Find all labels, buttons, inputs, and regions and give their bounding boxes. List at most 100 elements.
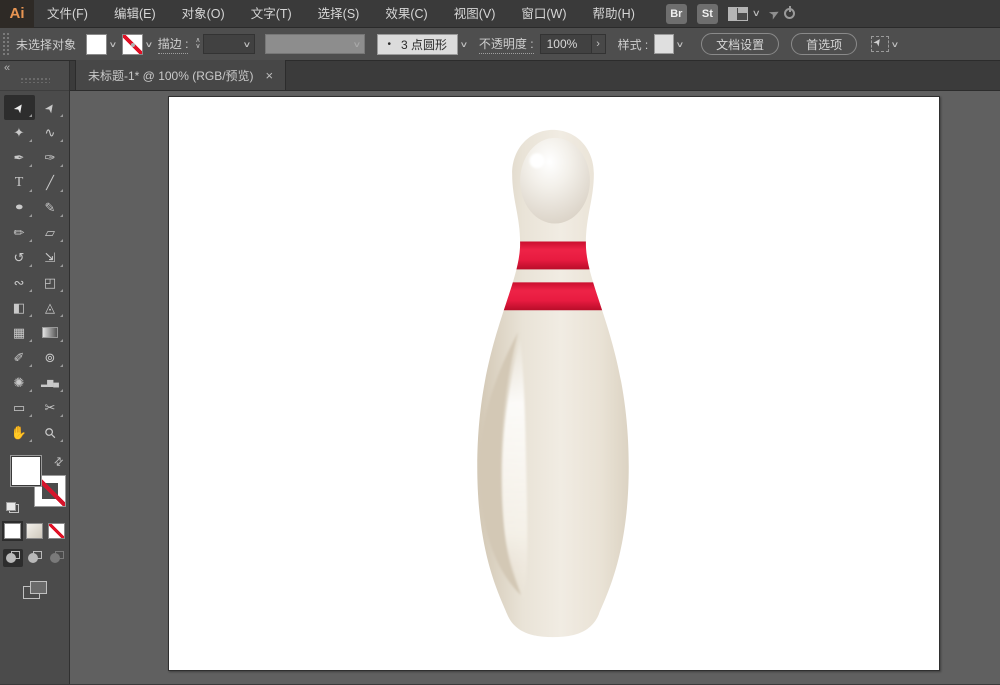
- document-tab[interactable]: 未标题-1* @ 100% (RGB/预览) ×: [75, 60, 286, 90]
- artboard[interactable]: [168, 96, 940, 671]
- chevron-down-icon[interactable]: ∨: [144, 40, 153, 49]
- lasso-tool[interactable]: ∿: [35, 120, 66, 145]
- stroke-weight-label[interactable]: 描边 :: [158, 35, 189, 54]
- pin-head-glint: [530, 153, 545, 168]
- tools-panel-grip[interactable]: [20, 77, 50, 83]
- line-tool[interactable]: ╱: [35, 170, 66, 195]
- preferences-button[interactable]: 首选项: [791, 33, 857, 55]
- fill-indicator-white[interactable]: [10, 455, 42, 487]
- opacity-apply-button[interactable]: ›: [592, 34, 606, 54]
- ellipse-tool[interactable]: ●: [4, 195, 35, 220]
- stroke-weight-stepper[interactable]: ∧ ∨: [195, 38, 200, 50]
- slice-tool[interactable]: ✂: [35, 395, 66, 420]
- swap-fill-stroke-icon[interactable]: ⇄: [51, 454, 67, 470]
- direct-selection-tool[interactable]: ➤: [35, 95, 66, 120]
- scale-tool[interactable]: ⇲: [35, 245, 66, 270]
- free-transform-tool[interactable]: ◰: [35, 270, 66, 295]
- symbol-sprayer-tool[interactable]: ✺: [4, 370, 35, 395]
- close-icon[interactable]: ×: [266, 68, 274, 83]
- paintbrush-tool[interactable]: ✎: [35, 195, 66, 220]
- select-similar-icon[interactable]: [871, 36, 889, 52]
- draw-normal-button[interactable]: [3, 549, 23, 567]
- eraser-icon: ▱: [45, 226, 55, 239]
- color-button[interactable]: [4, 523, 21, 539]
- brush-definition-dropdown[interactable]: • 3 点圆形: [377, 34, 459, 55]
- shape-builder-tool[interactable]: ◧: [4, 295, 35, 320]
- gradient-button[interactable]: [26, 523, 43, 539]
- menu-item-5[interactable]: 效果(C): [372, 0, 440, 28]
- mesh-tool[interactable]: ▦: [4, 320, 35, 345]
- blend-tool[interactable]: ⊚: [35, 345, 66, 370]
- curvature-icon: ✑: [45, 151, 56, 164]
- eyedropper-tool[interactable]: ✐: [4, 345, 35, 370]
- menu-item-4[interactable]: 选择(S): [305, 0, 373, 28]
- blend-icon: ⊚: [45, 351, 56, 364]
- menu-item-1[interactable]: 编辑(E): [101, 0, 169, 28]
- width-tool[interactable]: ∾: [4, 270, 35, 295]
- stroke-weight-dropdown[interactable]: ∨: [203, 34, 255, 54]
- menu-item-3[interactable]: 文字(T): [238, 0, 305, 28]
- fill-color-swatch[interactable]: [86, 34, 107, 55]
- collapse-panel-icon[interactable]: «: [4, 62, 10, 74]
- column-graph-tool[interactable]: ▂▆▄: [35, 370, 66, 395]
- chevron-down-icon[interactable]: ∨: [109, 40, 118, 49]
- magic-wand-tool[interactable]: ✦: [4, 120, 35, 145]
- line-icon: ╱: [46, 176, 54, 189]
- hand-tool[interactable]: ✋: [4, 420, 35, 445]
- document-setup-button[interactable]: 文档设置: [701, 33, 779, 55]
- default-fill-stroke-icon[interactable]: [6, 502, 19, 513]
- perspective-grid-tool[interactable]: ◬: [35, 295, 66, 320]
- selection-tool[interactable]: ➤: [4, 95, 35, 120]
- gradient-icon: [42, 327, 58, 338]
- chevron-down-icon[interactable]: ∨: [676, 40, 685, 49]
- direct-selection-icon: ➤: [42, 100, 58, 115]
- stepper-down-icon[interactable]: ∨: [195, 44, 200, 50]
- type-tool[interactable]: T: [4, 170, 35, 195]
- stock-button[interactable]: St: [697, 4, 718, 24]
- zoom-tool[interactable]: ⚲: [35, 420, 66, 445]
- opacity-value: 100%: [547, 37, 578, 51]
- column-graph-icon: ▂▆▄: [41, 379, 59, 387]
- gradient-tool[interactable]: [35, 320, 66, 345]
- curvature-tool[interactable]: ✑: [35, 145, 66, 170]
- color-mode-row: [0, 523, 69, 539]
- power-icon: [784, 8, 795, 19]
- stroke-color-swatch[interactable]: [122, 34, 143, 55]
- pencil-tool[interactable]: ✏: [4, 220, 35, 245]
- eraser-tool[interactable]: ▱: [35, 220, 66, 245]
- none-button[interactable]: [48, 523, 65, 539]
- draw-behind-button[interactable]: [25, 549, 45, 567]
- menu-item-2[interactable]: 对象(O): [169, 0, 238, 28]
- share-icon[interactable]: ➤: [769, 5, 795, 23]
- document-tab-strip: 未标题-1* @ 100% (RGB/预览) ×: [70, 61, 1000, 91]
- menu-item-8[interactable]: 帮助(H): [580, 0, 648, 28]
- lasso-icon: ∿: [45, 126, 56, 139]
- style-label: 样式 :: [618, 36, 649, 53]
- paintbrush-icon: ✎: [45, 201, 56, 214]
- bowling-pin-artwork[interactable]: [169, 97, 939, 670]
- screen-mode-button[interactable]: [23, 581, 47, 599]
- artboard-tool[interactable]: ▭: [4, 395, 35, 420]
- arrange-documents-button[interactable]: ∨: [728, 7, 760, 21]
- menu-item-6[interactable]: 视图(V): [441, 0, 509, 28]
- hand-icon: ✋: [11, 426, 27, 439]
- brush-definition-value: 3 点圆形: [401, 36, 447, 53]
- bridge-button[interactable]: Br: [666, 4, 687, 24]
- chevron-down-icon[interactable]: ∨: [460, 40, 469, 49]
- chevron-down-icon[interactable]: ∨: [891, 40, 900, 49]
- rotate-tool[interactable]: ↺: [4, 245, 35, 270]
- free-transform-icon: ◰: [44, 276, 56, 289]
- zoom-icon: ⚲: [41, 424, 58, 441]
- pen-tool[interactable]: ✒: [4, 145, 35, 170]
- slice-icon: ✂: [45, 401, 56, 414]
- menu-item-0[interactable]: 文件(F): [34, 0, 101, 28]
- paper-plane-icon: ➤: [766, 4, 783, 23]
- menu-item-7[interactable]: 窗口(W): [508, 0, 579, 28]
- draw-inside-button: [47, 549, 67, 567]
- opacity-label[interactable]: 不透明度 :: [479, 35, 534, 54]
- opacity-input[interactable]: 100%: [540, 34, 592, 54]
- panel-grip[interactable]: [2, 32, 10, 56]
- style-swatch[interactable]: [654, 34, 674, 54]
- pasteboard[interactable]: [70, 91, 1000, 684]
- mesh-icon: ▦: [13, 326, 25, 339]
